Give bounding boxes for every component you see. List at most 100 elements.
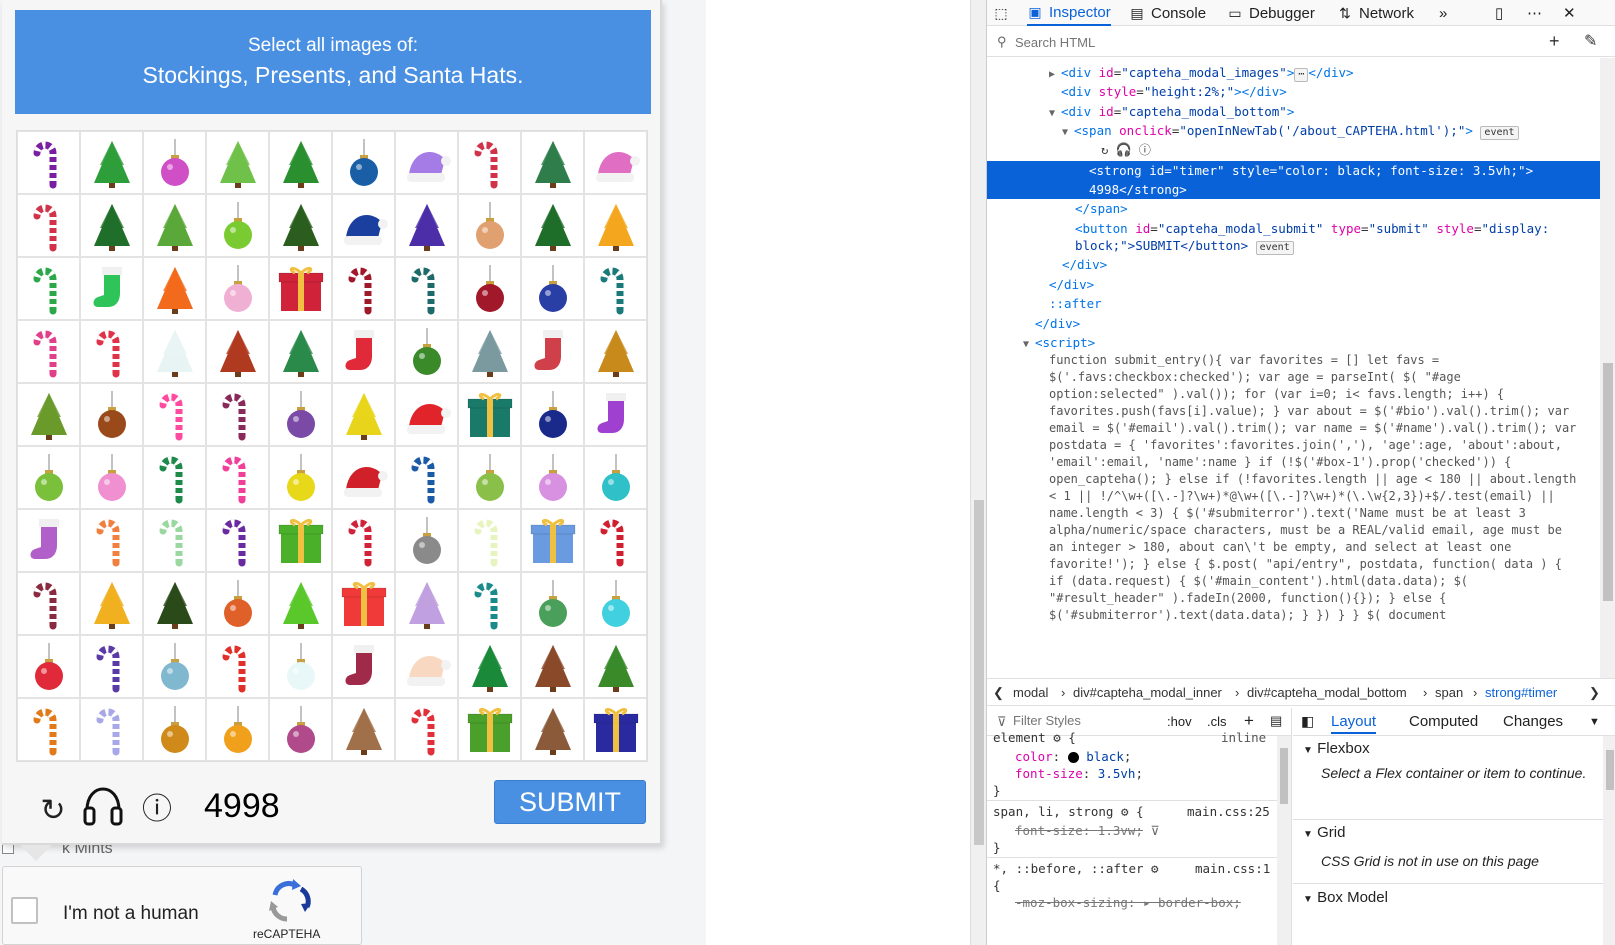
tab-debugger[interactable]: ▭ Debugger (1227, 0, 1315, 26)
layout-scrollbar[interactable] (1603, 736, 1615, 945)
captcha-tile-tree[interactable] (458, 320, 521, 383)
captcha-tile-candy-cane[interactable] (584, 257, 647, 320)
tab-network[interactable]: ⇅ Network (1337, 0, 1414, 26)
captcha-tile-tree[interactable] (395, 194, 458, 257)
tab-layout[interactable]: Layout (1331, 713, 1377, 734)
add-node-icon[interactable]: + (1549, 31, 1560, 52)
captcha-tile-stocking[interactable] (521, 320, 584, 383)
rule-selector[interactable]: span, li, strong ⚙ {main.css:25 (993, 804, 1270, 819)
captcha-tile-present[interactable] (458, 698, 521, 761)
markup-line[interactable]: ▼ <span onclick="openInNewTab('/about_CAP… (987, 121, 1600, 142)
hov-toggle[interactable]: :hov (1167, 714, 1192, 729)
close-icon[interactable]: ✕ (1563, 0, 1576, 26)
captcha-tile-present[interactable] (332, 572, 395, 635)
captcha-tile-tree[interactable] (521, 698, 584, 761)
markup-line[interactable]: block;">SUBMIT</button> event (987, 236, 1600, 255)
rule-selector[interactable]: *, ::before, ::after ⚙ main.css:1 (993, 861, 1270, 876)
captcha-tile-santa-hat[interactable] (395, 635, 458, 698)
color-swatch[interactable] (1067, 752, 1079, 763)
info-icon[interactable]: ⓘ (140, 784, 174, 828)
captcha-tile-candy-cane[interactable] (458, 131, 521, 194)
captcha-tile-stocking[interactable] (584, 383, 647, 446)
captcha-tile-santa-hat[interactable] (584, 131, 647, 194)
markup-line-selected[interactable]: <strong id="timer" style="color: black; … (987, 161, 1600, 199)
breadcrumb-forward-icon[interactable]: ❯ (1589, 685, 1600, 701)
captcha-tile-ornament[interactable] (584, 572, 647, 635)
not-human-checkbox[interactable] (11, 897, 38, 924)
captcha-tile-tree[interactable] (584, 194, 647, 257)
breadcrumb-item-current[interactable]: strong#timer (1485, 685, 1557, 700)
chevron-down-icon[interactable]: ▼ (1589, 716, 1600, 728)
captcha-tile-candy-cane[interactable] (80, 698, 143, 761)
captcha-tile-stocking[interactable] (17, 509, 80, 572)
captcha-tile-tree[interactable] (143, 257, 206, 320)
captcha-tile-tree[interactable] (269, 194, 332, 257)
captcha-tile-candy-cane[interactable] (458, 572, 521, 635)
captcha-tile-present[interactable] (269, 257, 332, 320)
captcha-tile-present[interactable] (269, 509, 332, 572)
captcha-tile-ornament[interactable] (332, 131, 395, 194)
captcha-tile-candy-cane[interactable] (17, 698, 80, 761)
submit-button[interactable]: SUBMIT (494, 780, 646, 824)
breadcrumb-item[interactable]: div#capteha_modal_bottom (1247, 685, 1407, 700)
captcha-tile-candy-cane[interactable] (80, 509, 143, 572)
captcha-tile-tree[interactable] (143, 194, 206, 257)
captcha-tile-candy-cane[interactable] (143, 509, 206, 572)
captcha-tile-tree[interactable] (458, 635, 521, 698)
captcha-tile-ornament[interactable] (458, 446, 521, 509)
captcha-tile-tree[interactable] (206, 320, 269, 383)
captcha-tile-tree[interactable] (521, 194, 584, 257)
captcha-tile-stocking[interactable] (332, 635, 395, 698)
rule-declaration[interactable]: font-size: 3.5vh; (1015, 766, 1143, 781)
captcha-tile-candy-cane[interactable] (395, 257, 458, 320)
captcha-tile-candy-cane[interactable] (17, 572, 80, 635)
flexbox-header[interactable]: ▼ Flexbox (1303, 740, 1370, 757)
captcha-tile-ornament[interactable] (521, 257, 584, 320)
captcha-tile-candy-cane[interactable] (395, 698, 458, 761)
captcha-tile-ornament[interactable] (17, 635, 80, 698)
captcha-tile-candy-cane[interactable] (17, 131, 80, 194)
captcha-tile-santa-hat[interactable] (395, 131, 458, 194)
captcha-tile-ornament[interactable] (206, 572, 269, 635)
menu-icon[interactable]: ⋯ (1527, 0, 1542, 26)
captcha-tile-ornament[interactable] (143, 698, 206, 761)
markup-line[interactable]: </div> (987, 255, 1600, 274)
dock-icon[interactable]: ▯ (1495, 0, 1503, 26)
captcha-tile-candy-cane[interactable] (17, 257, 80, 320)
captcha-tile-tree[interactable] (269, 320, 332, 383)
captcha-tile-ornament[interactable] (269, 698, 332, 761)
captcha-tile-ornament[interactable] (206, 194, 269, 257)
tab-computed[interactable]: Computed (1409, 713, 1478, 730)
captcha-tile-ornament[interactable] (521, 383, 584, 446)
layout-scrollbar-thumb[interactable] (1606, 750, 1614, 790)
captcha-tile-tree[interactable] (80, 131, 143, 194)
captcha-tile-santa-hat[interactable] (332, 194, 395, 257)
captcha-tile-tree[interactable] (521, 131, 584, 194)
captcha-tile-tree[interactable] (143, 320, 206, 383)
captcha-tile-tree[interactable] (269, 131, 332, 194)
captcha-tile-ornament[interactable] (143, 131, 206, 194)
captcha-tile-candy-cane[interactable] (395, 446, 458, 509)
captcha-tile-tree[interactable] (521, 635, 584, 698)
captcha-tile-candy-cane[interactable] (143, 383, 206, 446)
toggle-sidebar-icon[interactable]: ◧ (1301, 713, 1314, 730)
grid-header[interactable]: ▼ Grid (1303, 824, 1345, 841)
box-model-header[interactable]: ▼ Box Model (1303, 889, 1388, 906)
captcha-tile-candy-cane[interactable] (332, 257, 395, 320)
captcha-tile-ornament[interactable] (206, 257, 269, 320)
captcha-tile-ornament[interactable] (458, 257, 521, 320)
headphones-icon[interactable] (80, 784, 126, 828)
captcha-tile-candy-cane[interactable] (206, 446, 269, 509)
breadcrumb-item[interactable]: modal (1013, 685, 1048, 700)
captcha-tile-candy-cane[interactable] (80, 635, 143, 698)
captcha-tile-ornament[interactable] (269, 446, 332, 509)
markup-line[interactable]: </span> (987, 199, 1600, 218)
breadcrumb-item[interactable]: div#capteha_modal_inner (1073, 685, 1222, 700)
tab-inspector[interactable]: ▣ Inspector (1027, 0, 1111, 26)
print-media-icon[interactable]: ▤ (1270, 713, 1282, 729)
captcha-tile-candy-cane[interactable] (458, 509, 521, 572)
captcha-tile-tree[interactable] (584, 635, 647, 698)
markup-scrollbar-thumb[interactable] (1603, 363, 1613, 601)
captcha-tile-tree[interactable] (269, 572, 332, 635)
page-scrollbar-thumb[interactable] (974, 500, 984, 845)
